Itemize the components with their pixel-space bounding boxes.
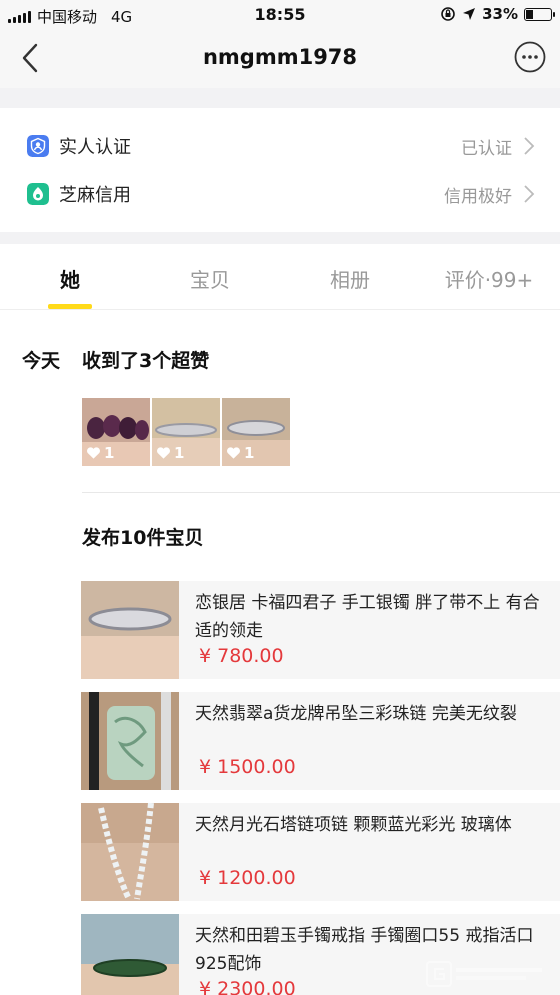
product-card[interactable]: 恋银居 卡福四君子 手工银镯 胖了带不上 有合适的领走 ¥ 780.00 — [81, 581, 560, 679]
verify-row-identity[interactable]: 实人认证 已认证 — [0, 122, 560, 170]
heart-icon — [227, 447, 240, 459]
battery-percent: 33% — [482, 5, 518, 23]
chevron-right-icon — [524, 137, 535, 155]
jade-bangle-photo — [81, 914, 179, 995]
location-arrow-icon — [463, 8, 476, 20]
sesame-credit-icon — [27, 183, 49, 205]
product-title: 天然月光石塔链项链 颗颗蓝光彩光 玻璃体 — [195, 815, 512, 835]
tab-album[interactable]: 相册 — [310, 264, 390, 293]
liked-item-thumbnail[interactable]: 1 — [222, 398, 290, 466]
verify-row-credit[interactable]: 芝麻信用 信用极好 — [0, 170, 560, 218]
orientation-lock-icon — [441, 7, 455, 21]
like-count: 1 — [244, 444, 255, 462]
jade-pendant-photo — [81, 692, 179, 790]
page-title: nmgmm1978 — [202, 45, 358, 69]
liked-item-thumbnail[interactable]: 1 — [152, 398, 220, 466]
product-price: ¥ 780.00 — [199, 645, 284, 667]
verify-status-credit: 信用极好 — [444, 186, 512, 207]
product-title: 天然翡翠a货龙牌吊坠三彩珠链 完美无纹裂 — [195, 704, 517, 724]
person-verify-icon — [27, 135, 49, 157]
liked-item-thumbnail[interactable]: 1 — [82, 398, 150, 466]
likes-title: 收到了3个超赞 — [82, 350, 210, 372]
published-title: 发布10件宝贝 — [82, 527, 204, 549]
like-count: 1 — [174, 444, 185, 462]
heart-icon — [87, 447, 100, 459]
forum-watermark-logo — [426, 961, 542, 987]
product-price: ¥ 1500.00 — [199, 756, 296, 778]
verify-label-identity: 实人认证 — [59, 137, 131, 158]
product-card[interactable]: 天然月光石塔链项链 颗颗蓝光彩光 玻璃体 ¥ 1200.00 — [81, 803, 560, 901]
section-gap — [0, 232, 560, 244]
verify-status-identity: 已认证 — [461, 138, 512, 159]
chevron-right-icon — [524, 185, 535, 203]
timeline-day: 今天 — [22, 350, 61, 372]
divider — [82, 492, 560, 493]
tab-her[interactable]: 她 — [40, 264, 100, 293]
verify-label-credit: 芝麻信用 — [59, 185, 131, 206]
heart-icon — [157, 447, 170, 459]
moonstone-necklace-photo — [81, 803, 179, 901]
tab-reviews[interactable]: 评价·99+ — [430, 264, 548, 293]
profile-tabs: 她 宝贝 相册 评价·99+ — [0, 244, 560, 310]
product-price: ¥ 2300.00 — [199, 978, 296, 995]
more-options-icon[interactable] — [514, 41, 546, 73]
verification-card: 实人认证 已认证 芝麻信用 信用极好 — [0, 108, 560, 232]
like-count: 1 — [104, 444, 115, 462]
tab-items[interactable]: 宝贝 — [170, 264, 250, 293]
status-bar: 中国移动 4G 18:55 33% — [0, 0, 560, 30]
product-title: 恋银居 卡福四君子 手工银镯 胖了带不上 有合适的领走 — [195, 593, 540, 641]
product-card[interactable]: 天然翡翠a货龙牌吊坠三彩珠链 完美无纹裂 ¥ 1500.00 — [81, 692, 560, 790]
active-tab-indicator — [48, 304, 92, 309]
silver-bangle-photo — [81, 581, 179, 679]
battery-icon — [524, 7, 555, 21]
navigation-bar: nmgmm1978 — [0, 30, 560, 88]
product-price: ¥ 1200.00 — [199, 867, 296, 889]
section-gap — [0, 88, 560, 108]
